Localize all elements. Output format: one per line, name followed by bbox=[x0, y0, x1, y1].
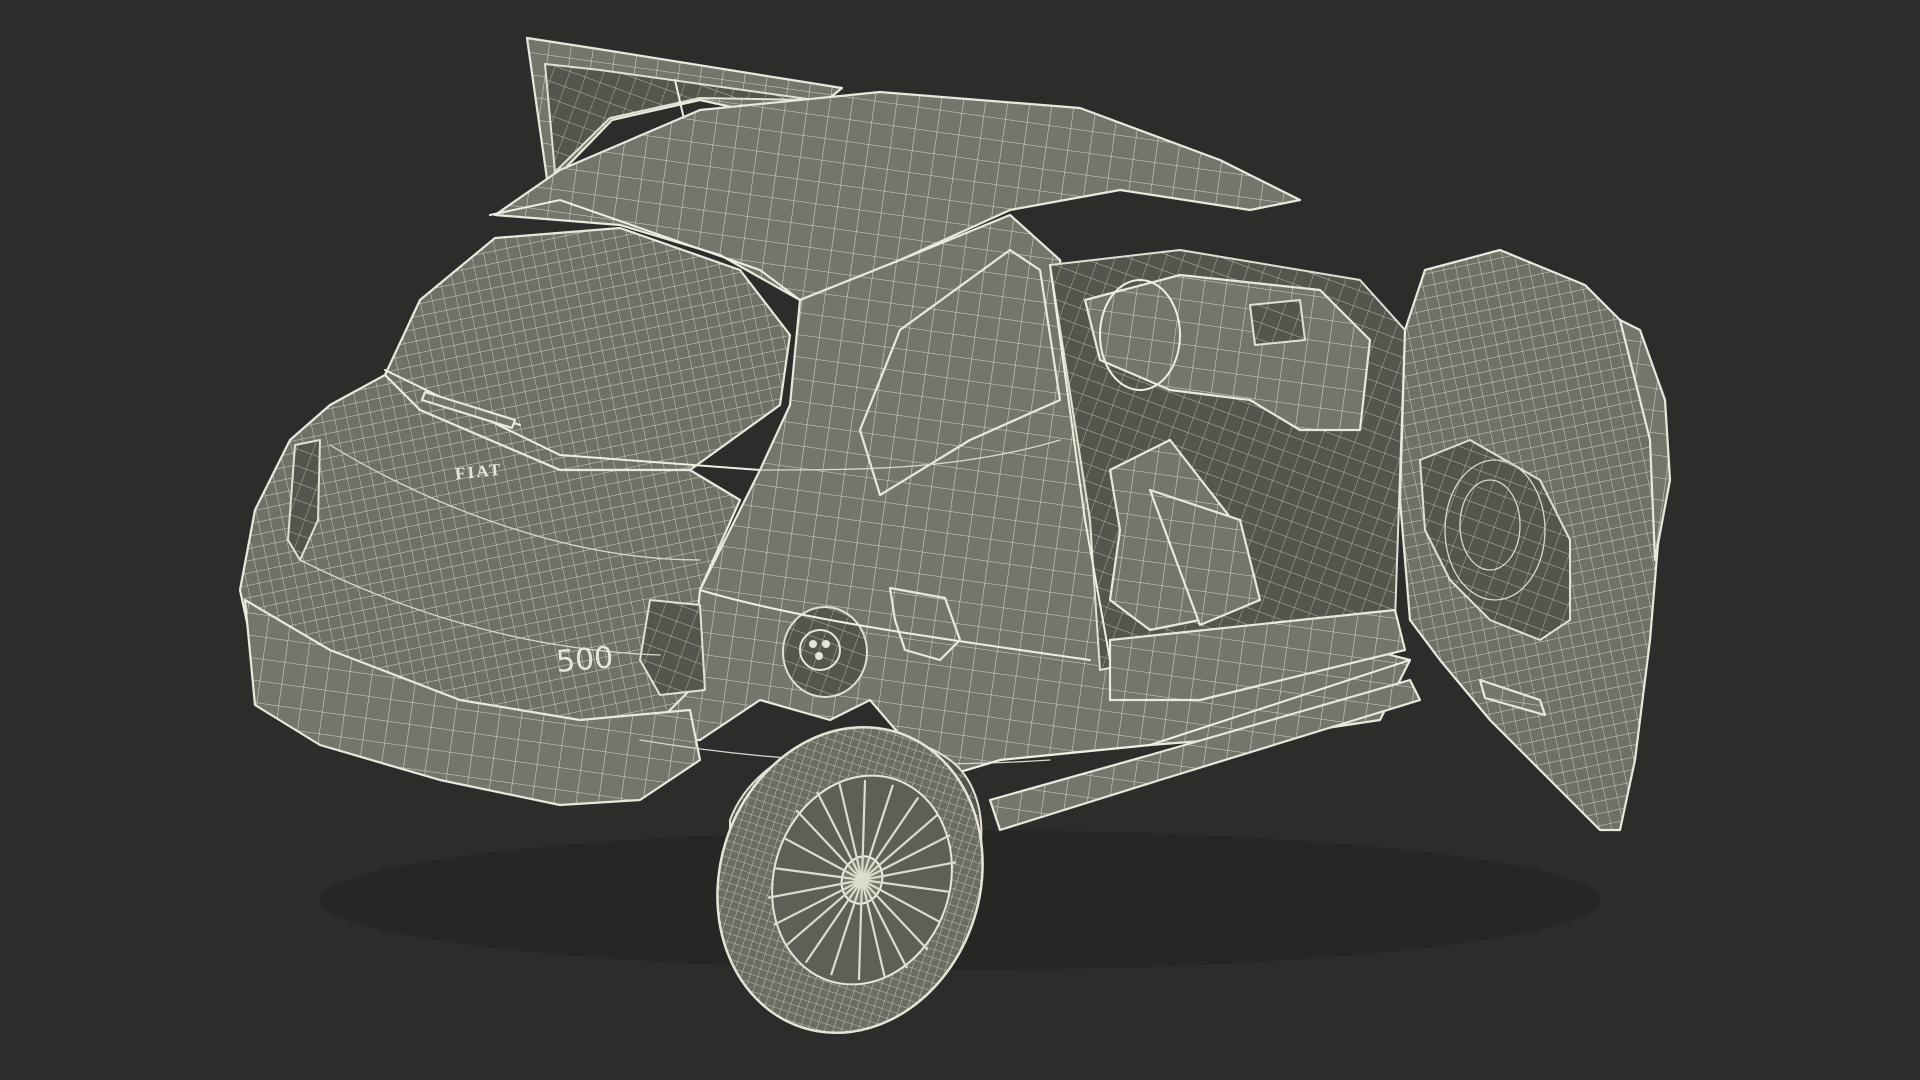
front-door-open bbox=[1398, 248, 1662, 832]
svg-text:500: 500 bbox=[555, 640, 615, 680]
car-wireframe-render: FIAT 500 bbox=[238, 36, 1672, 1035]
charging-port bbox=[782, 606, 868, 698]
model-badge-500: 500 bbox=[555, 640, 615, 680]
infotainment-screen bbox=[1249, 299, 1306, 346]
door-opening-interior bbox=[1049, 249, 1407, 702]
render-viewport: FIAT 500 bbox=[0, 0, 1920, 1080]
